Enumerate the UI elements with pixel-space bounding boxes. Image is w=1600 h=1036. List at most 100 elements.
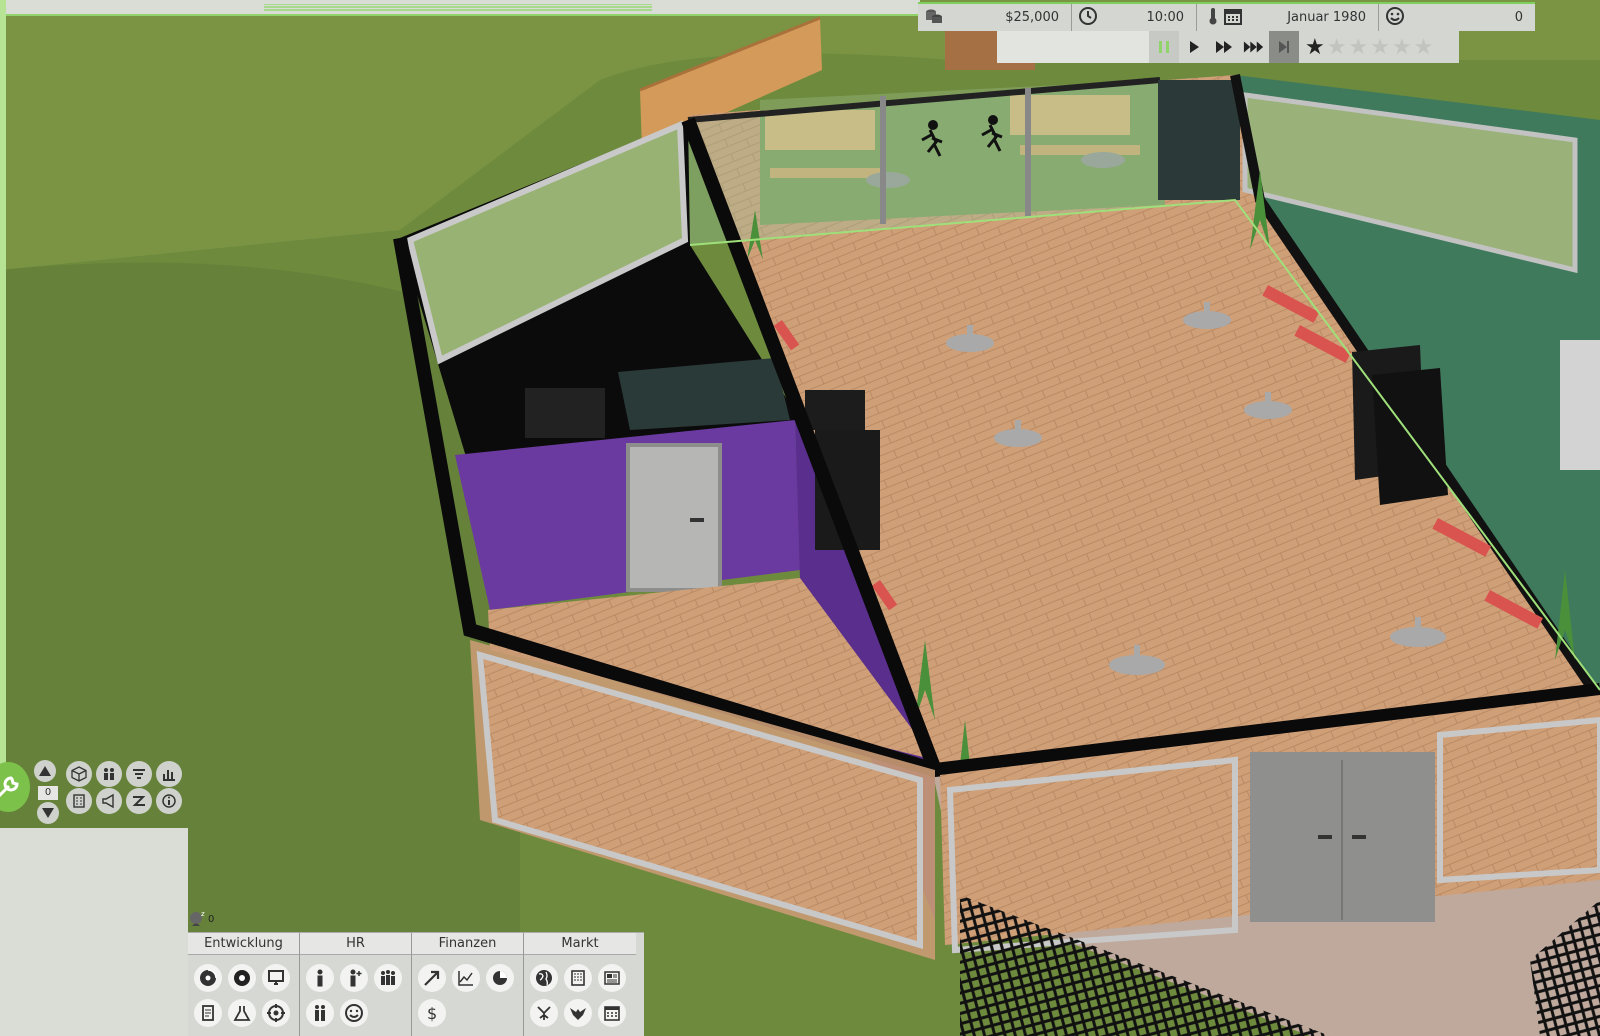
fast-forward-button[interactable]	[1209, 31, 1239, 63]
menu-item-competitors[interactable]	[562, 996, 594, 1030]
viewport-left-border	[0, 0, 6, 770]
menu-item-employees[interactable]	[304, 961, 336, 995]
staff-button[interactable]	[96, 761, 122, 787]
tool-cluster: 0	[0, 758, 190, 824]
floor-down-button[interactable]	[37, 802, 59, 824]
menu-item-satisfaction[interactable]	[338, 996, 370, 1030]
main-menu-panel: Entwicklung HR Finanzen $ Markt	[188, 932, 644, 1036]
hire-person-icon	[350, 969, 362, 987]
play-button[interactable]	[1179, 31, 1209, 63]
disc-design-icon	[234, 970, 250, 986]
time-display[interactable]: 10:00	[1072, 4, 1197, 31]
build-mode-button[interactable]	[0, 762, 30, 812]
game-viewport[interactable]: $25,000 10:00 Januar 1980 0 ★ ★ ★ ★ ★ ★ …	[0, 0, 1600, 1036]
status-bar: $25,000 10:00 Januar 1980 0	[918, 2, 1535, 31]
newspaper-icon	[604, 971, 620, 985]
clock-icon	[1078, 6, 1098, 30]
staff-pair-icon	[315, 1005, 325, 1021]
building-icon	[73, 794, 85, 808]
menu-item-documents[interactable]	[192, 996, 224, 1030]
eagle-icon	[570, 1008, 586, 1020]
megaphone-icon	[102, 793, 114, 809]
menu-item-teams[interactable]	[372, 961, 404, 995]
marketing-button[interactable]	[96, 788, 122, 814]
menu-item-research[interactable]	[226, 996, 258, 1030]
rooms-button[interactable]	[66, 788, 92, 814]
floor-level: 0	[38, 786, 58, 800]
menu-item-game-design[interactable]	[226, 961, 258, 995]
triangle-up-icon	[39, 766, 51, 776]
menu-item-world-market[interactable]	[528, 961, 560, 995]
menu-item-events[interactable]	[596, 996, 628, 1030]
menu-item-statistics[interactable]	[450, 961, 482, 995]
floor-up-button[interactable]	[34, 760, 56, 782]
money-value: $25,000	[1005, 10, 1059, 25]
building-icon	[571, 970, 585, 986]
person-icon	[317, 969, 323, 987]
menu-group-entwicklung: Entwicklung	[188, 933, 300, 1036]
menu-item-budget[interactable]	[484, 961, 516, 995]
idle-staff-count: 0	[208, 913, 215, 925]
sleeping-person-icon: z	[190, 910, 205, 926]
star-empty-icon: ★	[1326, 34, 1349, 60]
star-empty-icon: ★	[1391, 34, 1414, 60]
menu-item-computers[interactable]	[260, 961, 292, 995]
info-icon	[162, 794, 176, 808]
coins-icon	[924, 6, 944, 30]
menu-item-awards[interactable]	[528, 996, 560, 1030]
filter-icon	[133, 769, 145, 779]
selection-info-panel[interactable]	[0, 828, 188, 1036]
pause-icon	[1159, 41, 1169, 53]
date-display[interactable]: Januar 1980	[1197, 4, 1379, 31]
award-icon	[537, 1006, 551, 1020]
skip-icon	[1279, 41, 1289, 53]
pause-button[interactable]	[1149, 31, 1179, 63]
furniture-button[interactable]	[66, 761, 92, 787]
idle-staff-indicator[interactable]: z 0	[188, 908, 234, 930]
menu-item-develop-game[interactable]	[192, 961, 224, 995]
speed-controls: ★ ★ ★ ★ ★ ★	[997, 31, 1459, 63]
info-button[interactable]	[156, 788, 182, 814]
connections-button[interactable]	[126, 788, 152, 814]
menu-group-title: Entwicklung	[188, 933, 299, 955]
world-icon	[536, 970, 552, 986]
dollar-icon: $	[427, 1004, 437, 1023]
fastest-forward-button[interactable]	[1239, 31, 1269, 63]
happiness-value: 0	[1514, 10, 1523, 25]
menu-group-finanzen: Finanzen $	[412, 933, 524, 1036]
pie-chart-icon	[493, 971, 507, 985]
menu-group-title: Markt	[524, 933, 636, 955]
happiness-display[interactable]: 0	[1379, 4, 1535, 31]
wrench-icon	[0, 776, 19, 798]
trend-up-icon	[424, 970, 440, 986]
menu-item-loans[interactable]: $	[416, 996, 448, 1030]
filter-button[interactable]	[126, 761, 152, 787]
menu-item-investments[interactable]	[416, 961, 448, 995]
target-icon	[267, 1004, 285, 1022]
calendar-icon	[1223, 6, 1243, 30]
triangle-down-icon	[42, 808, 54, 818]
menu-group-hr: HR	[300, 933, 412, 1036]
date-value: Januar 1980	[1287, 10, 1366, 25]
stats-button[interactable]	[156, 761, 182, 787]
menu-item-companies[interactable]	[562, 961, 594, 995]
svg-text:$: $	[427, 1004, 437, 1023]
zigzag-icon	[132, 796, 146, 806]
line-chart-icon	[458, 971, 473, 986]
speed-bar-spacer	[997, 31, 1149, 63]
skip-button[interactable]	[1269, 31, 1299, 63]
team-icon	[104, 768, 114, 780]
menu-item-news[interactable]	[596, 961, 628, 995]
play-icon	[1190, 41, 1199, 53]
fastest-forward-icon	[1243, 41, 1264, 53]
menu-item-hire[interactable]	[338, 961, 370, 995]
office-building-scene[interactable]	[0, 0, 1600, 1036]
fast-forward-icon	[1216, 41, 1232, 53]
star-filled-icon: ★	[1305, 34, 1327, 60]
menu-item-targeting[interactable]	[260, 996, 292, 1030]
thermometer-icon	[1203, 6, 1223, 30]
calendar-icon	[604, 1006, 620, 1021]
menu-item-staff-pairs[interactable]	[304, 996, 336, 1030]
money-display[interactable]: $25,000	[918, 4, 1072, 31]
time-value: 10:00	[1146, 10, 1184, 25]
